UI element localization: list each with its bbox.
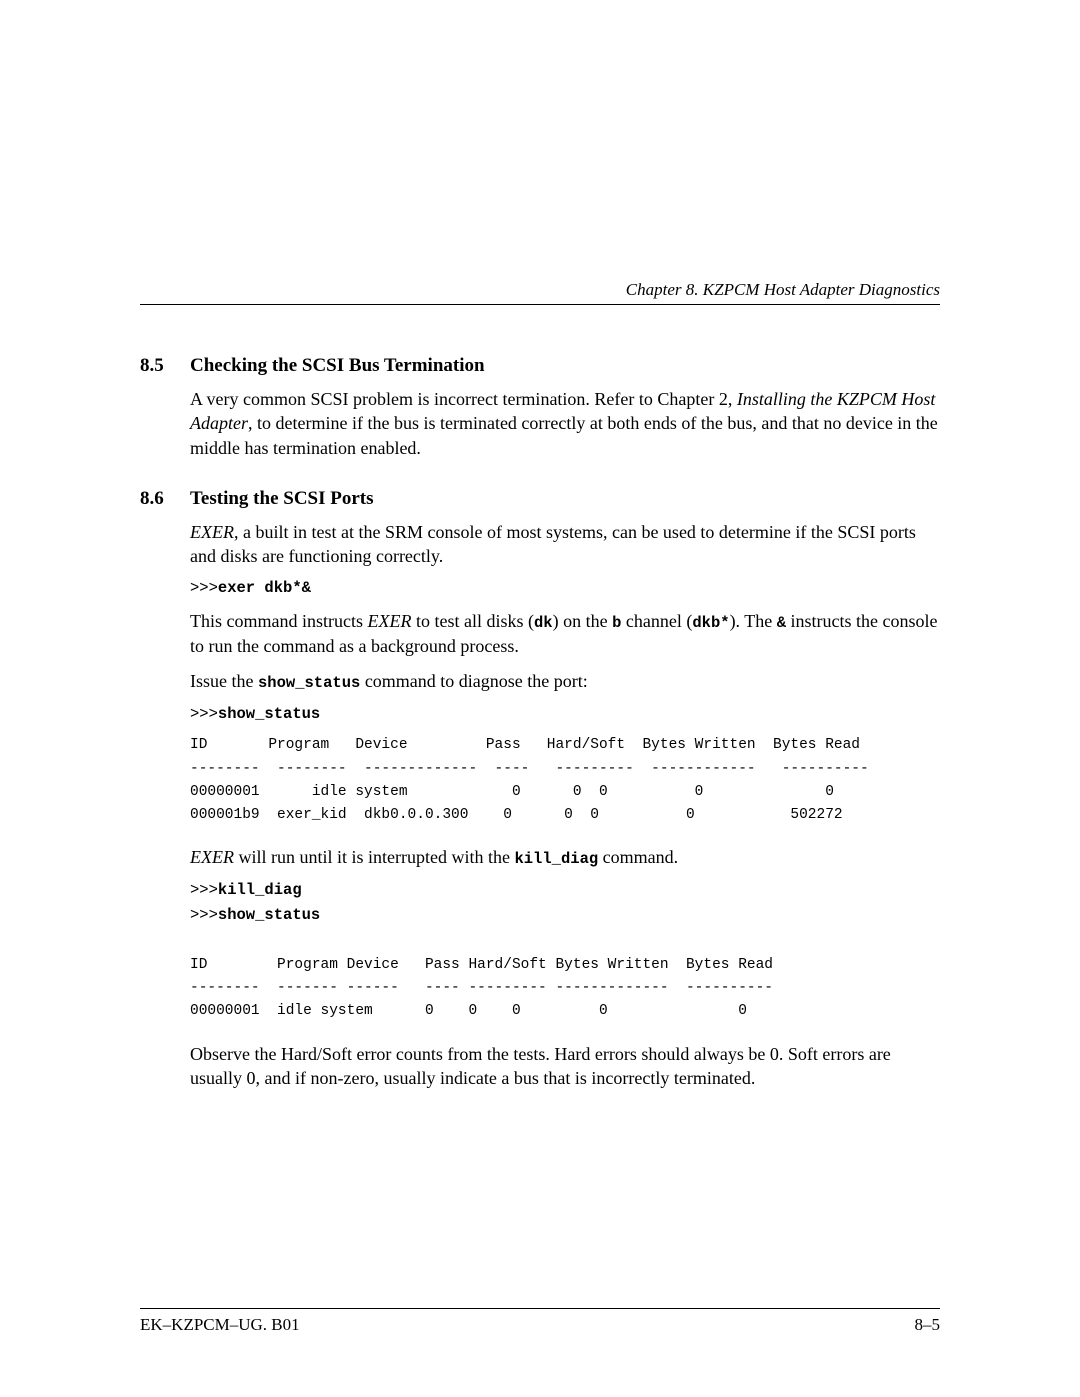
text-italic: EXER xyxy=(190,847,234,867)
command: exer dkb*& xyxy=(218,579,311,597)
text: , to determine if the bus is terminated … xyxy=(190,413,938,457)
para-8-6-5: Observe the Hard/Soft error counts from … xyxy=(190,1042,940,1091)
footer-page-number: 8–5 xyxy=(915,1315,941,1335)
text: command to diagnose the port: xyxy=(360,671,587,691)
footer-doc-id: EK–KZPCM–UG. B01 xyxy=(140,1315,300,1335)
code: kill_diag xyxy=(514,850,598,868)
para-8-6-4: EXER will run until it is interrupted wi… xyxy=(190,845,940,870)
para-8-5-1: A very common SCSI problem is incorrect … xyxy=(190,387,940,460)
section-number: 8.6 xyxy=(140,488,190,510)
command: kill_diag xyxy=(218,881,302,899)
command-line-show-status-1: >>>show_status xyxy=(190,704,940,725)
command-line-exer: >>>exer dkb*& xyxy=(190,578,940,599)
text: , a built in test at the SRM console of … xyxy=(190,522,916,566)
terminal-output-1: ID Program Device Pass Hard/Soft Bytes W… xyxy=(190,734,940,827)
text-italic: EXER xyxy=(367,611,411,631)
page-footer: EK–KZPCM–UG. B01 8–5 xyxy=(140,1308,940,1335)
para-8-6-1: EXER, a built in test at the SRM console… xyxy=(190,520,940,569)
code: b xyxy=(612,614,621,632)
running-header: Chapter 8. KZPCM Host Adapter Diagnostic… xyxy=(140,280,940,305)
text: Issue the xyxy=(190,671,258,691)
section-heading: Testing the SCSI Ports xyxy=(190,488,374,510)
code: show_status xyxy=(258,674,360,692)
command-line-kill-diag: >>>kill_diag xyxy=(190,880,940,901)
prompt: >>> xyxy=(190,579,218,597)
terminal-output-2: ID Program Device Pass Hard/Soft Bytes W… xyxy=(190,954,940,1024)
text: This command instructs xyxy=(190,611,367,631)
code: dkb* xyxy=(692,614,729,632)
prompt: >>> xyxy=(190,906,218,924)
text: A very common SCSI problem is incorrect … xyxy=(190,389,737,409)
text: ) on the xyxy=(553,611,612,631)
text: to test all disks ( xyxy=(411,611,534,631)
command-line-show-status-2: >>>show_status xyxy=(190,905,940,926)
code: dk xyxy=(534,614,553,632)
text: will run until it is interrupted with th… xyxy=(234,847,514,867)
section-number: 8.5 xyxy=(140,355,190,377)
text: ). The xyxy=(730,611,777,631)
text: command. xyxy=(598,847,678,867)
text-italic: EXER xyxy=(190,522,234,542)
prompt: >>> xyxy=(190,705,218,723)
text: channel ( xyxy=(621,611,692,631)
para-8-6-3: Issue the show_status command to diagnos… xyxy=(190,669,940,694)
para-8-6-2: This command instructs EXER to test all … xyxy=(190,609,940,658)
prompt: >>> xyxy=(190,881,218,899)
command: show_status xyxy=(218,906,320,924)
section-heading: Checking the SCSI Bus Termination xyxy=(190,355,485,377)
section-8-6: 8.6 Testing the SCSI Ports EXER, a built… xyxy=(140,488,940,1090)
section-8-5: 8.5 Checking the SCSI Bus Termination A … xyxy=(140,355,940,460)
code: & xyxy=(777,614,786,632)
command: show_status xyxy=(218,705,320,723)
